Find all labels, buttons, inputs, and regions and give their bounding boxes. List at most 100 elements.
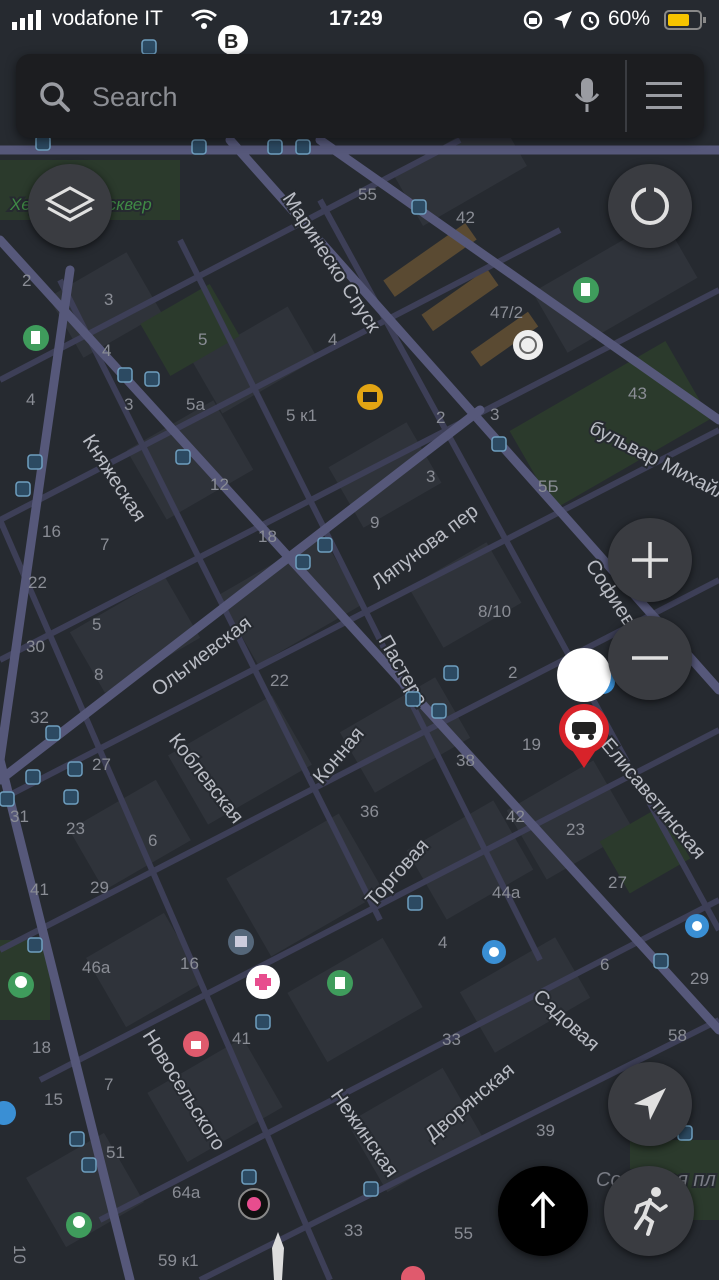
search-divider	[625, 60, 627, 132]
shop-icon	[183, 1031, 209, 1057]
bus-stop-icon	[81, 1157, 97, 1173]
house-number: 4	[328, 330, 337, 349]
house-number: 38	[456, 751, 475, 770]
bus-stop-icon	[255, 1014, 271, 1030]
carrier-name: vodafone IT	[52, 7, 163, 30]
house-number: 9	[370, 513, 379, 532]
house-number: 59 к1	[158, 1251, 199, 1270]
bus-stop-icon	[35, 135, 51, 151]
house-number: 39	[536, 1121, 555, 1140]
house-number: 10	[10, 1245, 29, 1264]
search-icon	[40, 82, 70, 112]
house-number: 42	[456, 208, 475, 227]
house-number: 22	[28, 573, 47, 592]
search-bar[interactable]: Search	[16, 54, 704, 138]
house-number: 7	[104, 1075, 113, 1094]
museum-icon	[357, 384, 383, 410]
bus-stop-icon	[405, 691, 421, 707]
route-arrow-icon	[530, 1191, 556, 1228]
bus-stop-icon	[15, 481, 31, 497]
bus-stop-icon	[27, 454, 43, 470]
house-number: 5	[198, 330, 207, 349]
battery-icon	[664, 10, 706, 30]
house-number: 4	[26, 390, 35, 409]
house-number: 23	[66, 819, 85, 838]
park-tree-icon	[8, 972, 34, 998]
compass-icon	[631, 186, 669, 225]
fuel-station-icon	[23, 325, 49, 351]
bus-station-icon	[228, 929, 254, 955]
house-number: 27	[608, 873, 627, 892]
house-number: 16	[42, 522, 61, 541]
bus-stop-icon	[407, 895, 423, 911]
battery-percentage: 60%	[608, 7, 651, 30]
house-number: 43	[628, 384, 647, 403]
house-number: 2	[22, 271, 31, 290]
house-number: 64a	[172, 1183, 201, 1202]
house-number: 3	[124, 395, 133, 414]
bus-stop-icon	[443, 665, 459, 681]
layers-icon	[44, 186, 96, 222]
house-number: 32	[30, 708, 49, 727]
house-number: 22	[270, 671, 289, 690]
hamburger-menu-icon[interactable]	[646, 82, 682, 110]
bus-stop-icon	[27, 937, 43, 953]
house-number: 4	[438, 933, 447, 952]
house-number: 12	[210, 475, 229, 494]
bus-stop-icon	[141, 39, 157, 55]
house-number: 47/2	[490, 303, 523, 322]
route-button[interactable]	[498, 1166, 588, 1256]
my-location-button[interactable]	[608, 1062, 692, 1146]
house-number: 33	[442, 1030, 461, 1049]
house-number: 55	[454, 1224, 473, 1243]
walk-mode-button[interactable]	[604, 1166, 694, 1256]
bus-stop-icon	[69, 1131, 85, 1147]
house-number: 36	[360, 802, 379, 821]
bus-stop-icon	[63, 789, 79, 805]
house-number: 2	[508, 663, 517, 682]
bus-stop-icon	[267, 139, 283, 155]
house-number: 29	[690, 969, 709, 988]
house-number: 51	[106, 1143, 125, 1162]
minus-icon	[632, 656, 668, 660]
layers-button[interactable]	[28, 164, 112, 248]
bus-stop-icon	[411, 199, 427, 215]
house-number: 30	[26, 637, 45, 656]
house-number: 46a	[82, 958, 111, 977]
bus-stop-icon	[67, 761, 83, 777]
house-number: 16	[180, 954, 199, 973]
house-number: 7	[100, 535, 109, 554]
park-tree-icon	[66, 1212, 92, 1238]
house-number: 18	[258, 527, 277, 546]
zoom-out-button[interactable]	[608, 616, 692, 700]
bus-stop-icon	[295, 139, 311, 155]
camera-icon	[685, 914, 709, 938]
house-number: 5 к1	[286, 406, 317, 425]
house-number: 58	[668, 1026, 687, 1045]
bus-stop-icon	[191, 139, 207, 155]
house-number: 41	[30, 880, 49, 899]
zoom-in-button[interactable]	[608, 518, 692, 602]
bus-stop-icon	[317, 537, 333, 553]
house-number: 2	[436, 408, 445, 427]
bus-stop-icon	[25, 769, 41, 785]
orientation-lock-icon	[523, 10, 543, 30]
walking-person-icon	[634, 1187, 668, 1236]
compass-button[interactable]	[608, 164, 692, 248]
house-number: 3	[490, 405, 499, 424]
house-number: 44a	[492, 883, 521, 902]
clock: 17:29	[329, 7, 383, 30]
search-input[interactable]: Search	[92, 82, 178, 113]
bus-stop-icon	[117, 367, 133, 383]
house-number: 29	[90, 878, 109, 897]
house-number: 8	[94, 665, 103, 684]
house-number: 33	[344, 1221, 363, 1240]
house-number: 19	[522, 735, 541, 754]
house-number: 31	[10, 807, 29, 826]
house-number: 6	[148, 831, 157, 850]
bus-stop-icon	[241, 1169, 257, 1185]
bus-stop-icon	[653, 953, 669, 969]
alarm-icon	[580, 11, 600, 31]
house-number: 5Б	[538, 477, 559, 496]
microphone-icon[interactable]	[572, 76, 602, 116]
